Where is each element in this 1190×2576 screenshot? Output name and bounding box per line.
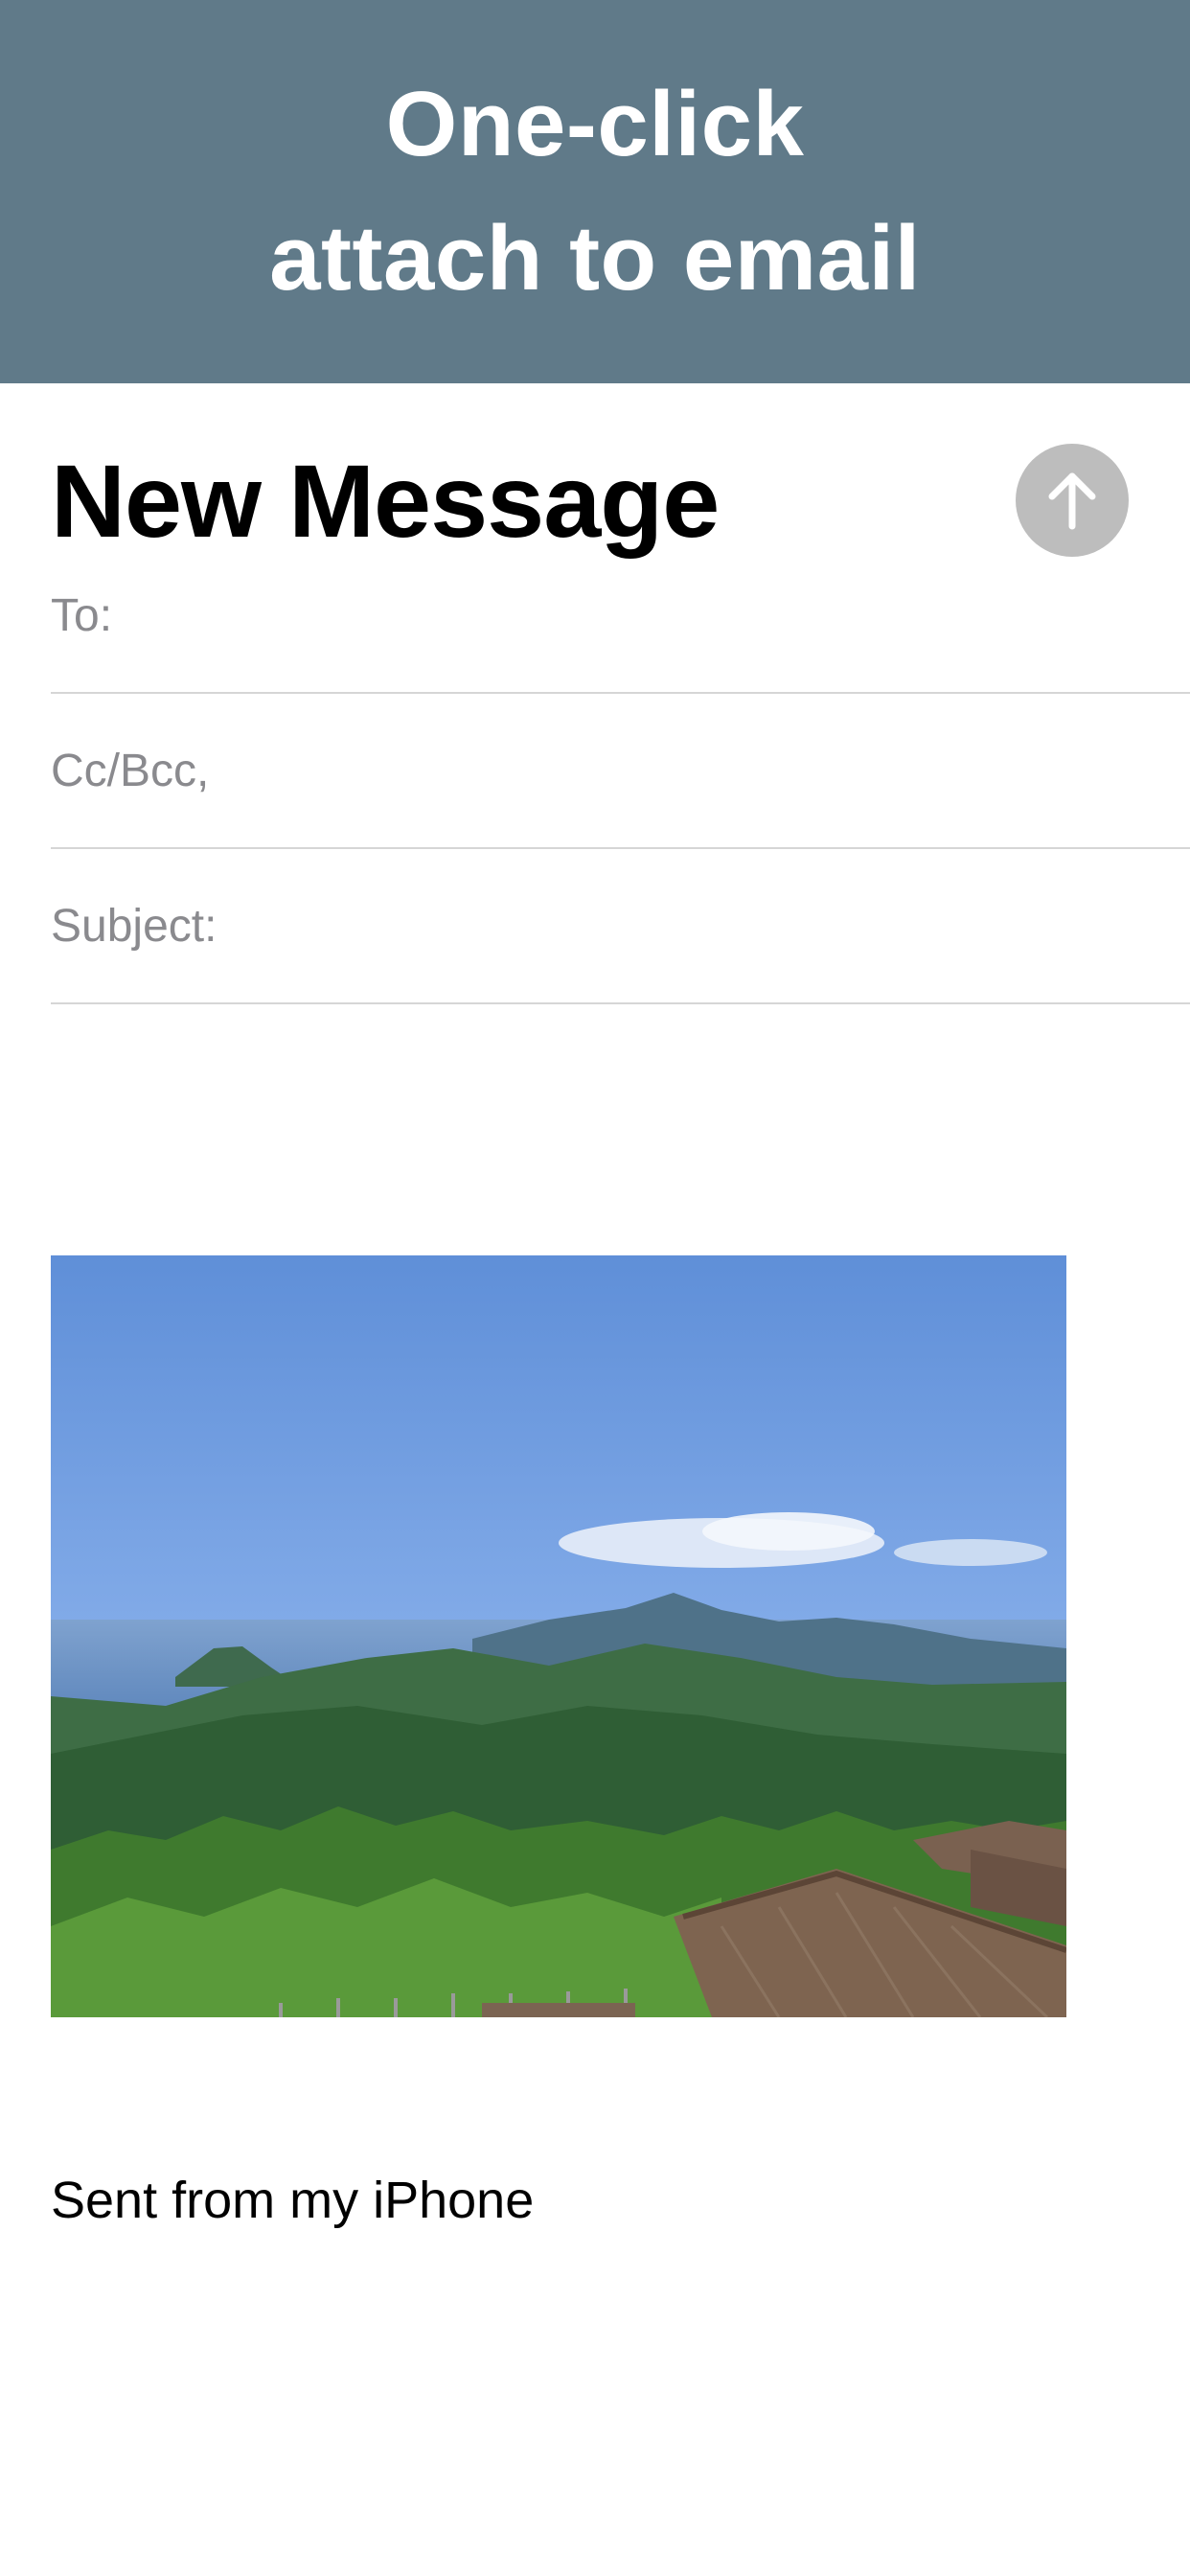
banner-headline-line-1: One-click — [385, 73, 805, 175]
cc-bcc-field[interactable]: Cc/Bcc, — [51, 694, 1190, 849]
attached-photo[interactable] — [51, 1255, 1066, 2017]
cc-bcc-label: Cc/Bcc, — [51, 745, 210, 796]
arrow-up-icon — [1048, 472, 1096, 530]
subject-field[interactable]: Subject: — [51, 849, 1190, 1004]
subject-label: Subject: — [51, 900, 217, 952]
email-signature: Sent from my iPhone — [51, 2172, 535, 2229]
landscape-photo-image — [51, 1255, 1066, 2017]
promo-banner: One-click attach to email — [0, 0, 1190, 383]
banner-headline-line-2: attach to email — [269, 207, 921, 310]
to-label: To: — [51, 589, 113, 641]
to-field[interactable]: To: — [51, 539, 1190, 694]
compose-sheet: New Message To: Cc/Bcc, Subject: Sent fr… — [0, 383, 1190, 2576]
